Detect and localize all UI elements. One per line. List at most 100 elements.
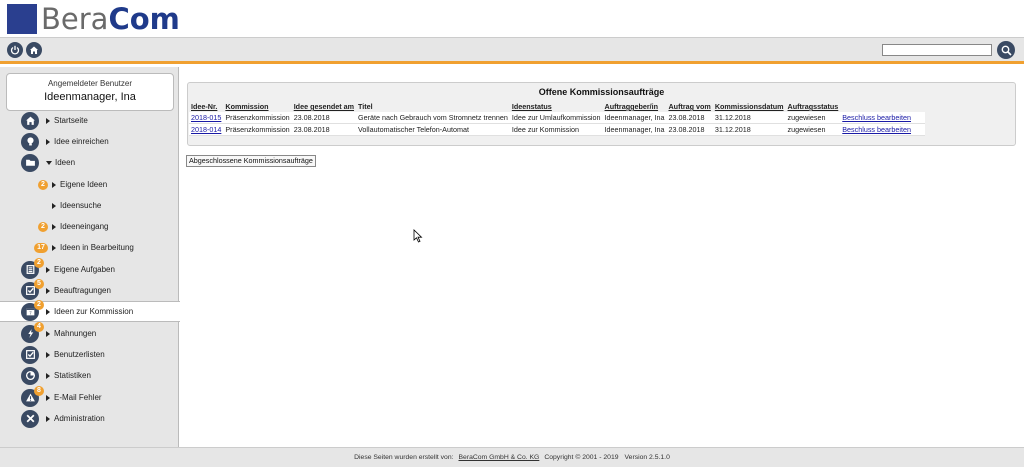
logo-square [7, 4, 37, 34]
sidebar-item-ideen-zur-kommission[interactable]: 7 2 Ideen zur Kommission [0, 299, 180, 322]
open-orders-panel: Offene Kommissionsaufträge Idee-Nr. Komm… [187, 82, 1016, 146]
caret-down-icon [46, 160, 52, 165]
tools-icon [21, 409, 39, 428]
col-action [840, 101, 926, 112]
sidebar-item-statistiken[interactable]: Statistiken [0, 365, 179, 386]
caret-right-icon [46, 308, 50, 315]
sidebar-item-label: Ideen in Bearbeitung [60, 243, 134, 252]
sidebar: Angemeldeter Benutzer Ideenmanager, Ina … [0, 67, 180, 447]
col-kommissionsdatum[interactable]: Kommissionsdatum [712, 101, 786, 112]
col-auftrag-vom[interactable]: Auftrag vom [666, 101, 713, 112]
table-header-row: Idee-Nr. Kommission Idee gesendet am Tit… [189, 101, 926, 112]
count-badge: 2 [34, 257, 44, 268]
cell-auftrag-vom: 23.08.2018 [666, 112, 713, 124]
sidebar-item-ideensuche[interactable]: Ideensuche [0, 195, 179, 216]
caret-right-icon [52, 223, 56, 230]
caret-right-icon [52, 202, 56, 209]
col-ideenstatus[interactable]: Ideenstatus [509, 101, 603, 112]
cell-kommission: Präsenzkommission [223, 123, 292, 136]
edit-decision-link[interactable]: Beschluss bearbeiten [842, 125, 911, 134]
search-button[interactable] [997, 41, 1015, 59]
count-badge: 5 [34, 278, 44, 289]
sidebar-item-label: Idee einreichen [54, 137, 109, 146]
cell-auftrag-vom: 23.08.2018 [666, 123, 713, 136]
col-titel[interactable]: Titel [356, 101, 510, 112]
tasks-icon: 2 [21, 257, 44, 279]
caret-right-icon [46, 287, 50, 294]
home-icon[interactable] [26, 42, 42, 58]
logo-text: BeraCom [41, 4, 180, 34]
list-check-icon [21, 345, 39, 364]
count-badge: 17 [34, 242, 48, 253]
caret-right-icon [52, 181, 56, 188]
calendar-icon: 7 2 [21, 299, 44, 321]
power-icon[interactable] [7, 42, 23, 58]
sidebar-item-label: Benutzerlisten [54, 350, 105, 359]
sidebar-item-label: E-Mail Fehler [54, 393, 102, 402]
logo-part1: Bera [41, 2, 109, 36]
sidebar-item-email-fehler[interactable]: 8 E-Mail Fehler [0, 385, 179, 408]
sidebar-item-eigene-ideen[interactable]: 2 Eigene Ideen [0, 174, 179, 195]
check-icon: 5 [21, 278, 44, 300]
sidebar-item-label: Mahnungen [54, 329, 97, 338]
sidebar-item-eigene-aufgaben[interactable]: 2 Eigene Aufgaben [0, 257, 179, 280]
cell-auftragsstatus: zugewiesen [785, 123, 841, 136]
cell-gesendet-am: 23.08.2018 [291, 123, 357, 136]
cell-titel: Geräte nach Gebrauch vom Stromnetz trenn… [356, 112, 510, 124]
count-badge: 2 [38, 179, 48, 190]
footer-version: Version 2.5.1.0 [624, 454, 670, 461]
sidebar-item-label: Administration [54, 414, 105, 423]
col-auftraggeber[interactable]: Auftraggeber/in [602, 101, 667, 112]
cell-kommissionsdatum: 31.12.2018 [712, 123, 786, 136]
sidebar-item-ideen-in-bearbeitung[interactable]: 17 Ideen in Bearbeitung [0, 237, 179, 258]
sidebar-item-administration[interactable]: Administration [0, 408, 179, 429]
table-row: 2018-015 Präsenzkommission 23.08.2018 Ge… [189, 112, 926, 124]
closed-orders-button[interactable]: Abgeschlossene Kommissionsaufträge [186, 155, 316, 167]
count-badge: 2 [34, 299, 44, 310]
sidebar-item-label: Eigene Aufgaben [54, 265, 115, 274]
cell-kommissionsdatum: 31.12.2018 [712, 112, 786, 124]
idea-number-link[interactable]: 2018-015 [191, 113, 221, 122]
col-kommission[interactable]: Kommission [223, 101, 292, 112]
count-badge: 4 [34, 321, 44, 332]
cell-titel: Vollautomatischer Telefon-Automat [356, 123, 510, 136]
cell-auftraggeber: Ideenmanager, Ina [602, 123, 667, 136]
user-box: Angemeldeter Benutzer Ideenmanager, Ina [6, 73, 174, 111]
caret-right-icon [46, 266, 50, 273]
cell-ideenstatus: Idee zur Kommission [509, 123, 603, 136]
cell-auftraggeber: Ideenmanager, Ina [602, 112, 667, 124]
sidebar-item-idee-einreichen[interactable]: Idee einreichen [0, 131, 179, 152]
caret-right-icon [46, 394, 50, 401]
idea-number-link[interactable]: 2018-014 [191, 125, 221, 134]
user-name: Ideenmanager, Ina [44, 91, 136, 103]
count-badge: 8 [34, 385, 44, 396]
app-header: BeraCom [0, 0, 1024, 38]
sidebar-item-label: Ideen [55, 158, 76, 167]
sidebar-item-startseite[interactable]: Startseite [0, 110, 179, 131]
cell-ideenstatus: Idee zur Umlaufkommission [509, 112, 603, 124]
sidebar-item-ideeneingang[interactable]: 2 Ideeneingang [0, 216, 179, 237]
sidebar-item-beauftragungen[interactable]: 5 Beauftragungen [0, 278, 179, 301]
company-link[interactable]: BeraCom GmbH & Co. KG [459, 454, 540, 461]
edit-decision-link[interactable]: Beschluss bearbeiten [842, 113, 911, 122]
toolbar [0, 38, 1024, 64]
col-idee-nr[interactable]: Idee-Nr. [189, 101, 224, 112]
user-caption: Angemeldeter Benutzer [47, 79, 133, 88]
search-input[interactable] [882, 44, 992, 56]
lightbulb-icon [21, 132, 39, 151]
sidebar-item-benutzerlisten[interactable]: Benutzerlisten [0, 344, 179, 365]
main-content: Offene Kommissionsaufträge Idee-Nr. Komm… [180, 67, 1024, 447]
col-auftragsstatus[interactable]: Auftragsstatus [785, 101, 841, 112]
sidebar-item-mahnungen[interactable]: 4 Mahnungen [0, 321, 179, 344]
caret-right-icon [46, 117, 50, 124]
panel-title: Offene Kommissionsaufträge [538, 87, 665, 97]
sidebar-item-label: Ideensuche [60, 201, 102, 210]
footer: Diese Seiten wurden erstellt von: BeraCo… [0, 447, 1024, 467]
col-gesendet-am[interactable]: Idee gesendet am [291, 101, 357, 112]
table-row: 2018-014 Präsenzkommission 23.08.2018 Vo… [189, 123, 926, 136]
caret-right-icon [52, 244, 56, 251]
search-icon [1001, 45, 1012, 56]
count-badge: 2 [38, 221, 48, 232]
sidebar-item-ideen[interactable]: Ideen [0, 152, 179, 173]
caret-right-icon [46, 415, 50, 422]
